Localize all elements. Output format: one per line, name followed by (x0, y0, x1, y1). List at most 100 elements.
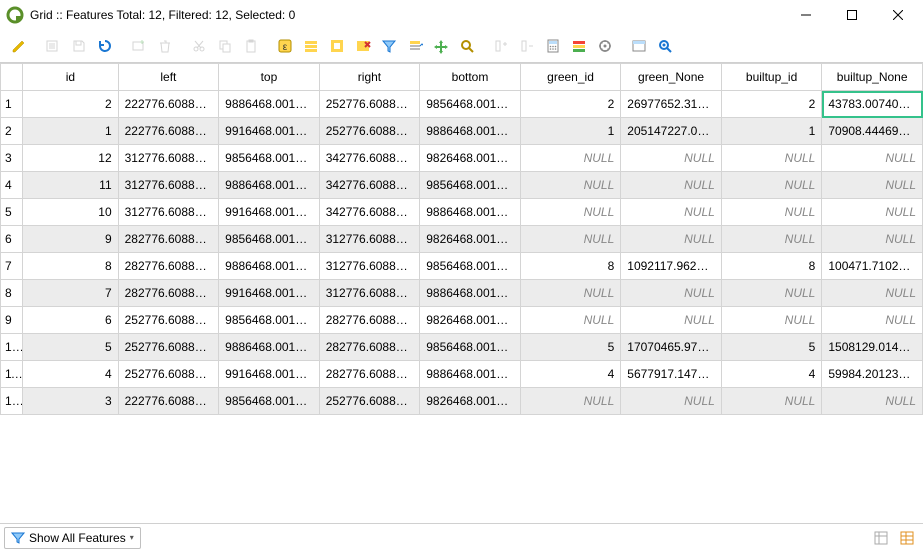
show-all-features-button[interactable]: Show All Features ▾ (4, 527, 141, 549)
cell[interactable]: 9856468.001403... (219, 307, 320, 334)
cell[interactable]: NULL (721, 145, 822, 172)
cut-icon[interactable] (186, 33, 212, 59)
cell[interactable]: 26977652.31071... (621, 91, 722, 118)
cell[interactable]: NULL (721, 307, 822, 334)
row-header[interactable]: 5 (1, 199, 23, 226)
column-header[interactable]: left (118, 64, 219, 91)
attribute-table[interactable]: idlefttoprightbottomgreen_idgreen_Nonebu… (0, 62, 923, 523)
table-row[interactable]: 69282776.6088213...9856468.001403...3127… (1, 226, 923, 253)
cell[interactable]: NULL (822, 199, 923, 226)
cell[interactable]: NULL (822, 226, 923, 253)
cell[interactable]: 252776.6088213... (118, 307, 219, 334)
row-header[interactable]: 1 (1, 91, 23, 118)
column-header[interactable]: right (319, 64, 420, 91)
cell[interactable]: 9856468.001403... (219, 145, 320, 172)
cell[interactable]: 312776.6088213... (118, 199, 219, 226)
cell[interactable]: 1508129.014914... (822, 334, 923, 361)
invert-selection-icon[interactable] (324, 33, 350, 59)
cell[interactable]: 9916468.001403... (219, 280, 320, 307)
cell[interactable]: NULL (621, 388, 722, 415)
conditional-format-icon[interactable] (566, 33, 592, 59)
table-row[interactable]: 411312776.6088213...9886468.001403...342… (1, 172, 923, 199)
cell[interactable]: NULL (621, 172, 722, 199)
cell[interactable]: 9886468.001403... (420, 280, 521, 307)
cell[interactable]: 9886468.001403... (420, 361, 521, 388)
cell[interactable]: NULL (520, 307, 621, 334)
cell[interactable]: 312776.6088213... (118, 145, 219, 172)
cell[interactable]: 9826468.001403... (420, 145, 521, 172)
cell[interactable]: NULL (520, 199, 621, 226)
row-header[interactable]: 3 (1, 145, 23, 172)
cell[interactable]: 312776.6088213... (319, 280, 420, 307)
cell[interactable]: 2 (520, 91, 621, 118)
cell[interactable]: NULL (822, 388, 923, 415)
cell[interactable]: 9 (23, 226, 119, 253)
cell[interactable]: 9916468.001403... (219, 118, 320, 145)
close-button[interactable] (875, 0, 921, 30)
column-header[interactable]: green_id (520, 64, 621, 91)
new-column-icon[interactable] (488, 33, 514, 59)
cell[interactable]: NULL (520, 172, 621, 199)
cell[interactable]: 4 (721, 361, 822, 388)
cell[interactable]: 9826468.001403... (420, 307, 521, 334)
zoom-to-icon[interactable] (454, 33, 480, 59)
column-header[interactable]: builtup_None (822, 64, 923, 91)
table-row[interactable]: 510312776.6088213...9916468.001403...342… (1, 199, 923, 226)
cell[interactable]: 282776.6088213... (319, 334, 420, 361)
table-row[interactable]: 312312776.6088213...9856468.001403...342… (1, 145, 923, 172)
actions-icon[interactable] (592, 33, 618, 59)
cell[interactable]: 4 (520, 361, 621, 388)
toolbar-icon-2[interactable] (40, 33, 66, 59)
column-header[interactable]: green_None (621, 64, 722, 91)
cell[interactable]: NULL (621, 145, 722, 172)
row-header[interactable]: 9 (1, 307, 23, 334)
cell[interactable]: 17070465.97334... (621, 334, 722, 361)
cell[interactable]: 222776.6088213... (118, 118, 219, 145)
cell[interactable]: 1 (520, 118, 621, 145)
column-header[interactable]: bottom (420, 64, 521, 91)
cell[interactable]: NULL (621, 226, 722, 253)
table-row[interactable]: 123222776.6088213...9856468.001403...252… (1, 388, 923, 415)
table-row[interactable]: 87282776.6088213...9916468.001403...3127… (1, 280, 923, 307)
row-header[interactable]: 7 (1, 253, 23, 280)
cell[interactable]: 6 (23, 307, 119, 334)
reload-icon[interactable] (92, 33, 118, 59)
cell[interactable]: 4 (23, 361, 119, 388)
cell[interactable]: 9916468.001403... (219, 361, 320, 388)
form-view-button[interactable] (869, 527, 893, 549)
cell[interactable]: NULL (721, 226, 822, 253)
table-view-button[interactable] (895, 527, 919, 549)
cell[interactable]: NULL (721, 172, 822, 199)
select-all-icon[interactable] (298, 33, 324, 59)
cell[interactable]: 9856468.001403... (420, 334, 521, 361)
cell[interactable]: NULL (721, 280, 822, 307)
delete-icon[interactable] (152, 33, 178, 59)
cell[interactable]: 342776.6088213... (319, 145, 420, 172)
column-header[interactable]: top (219, 64, 320, 91)
cell[interactable]: 70908.44469973... (822, 118, 923, 145)
table-row[interactable]: 114252776.6088213...9916468.001403...282… (1, 361, 923, 388)
cell[interactable]: 1 (721, 118, 822, 145)
cell[interactable]: NULL (520, 280, 621, 307)
cell[interactable]: NULL (822, 280, 923, 307)
cell[interactable]: 9886468.001403... (219, 91, 320, 118)
cell[interactable]: 9826468.001403... (420, 388, 521, 415)
cell[interactable]: NULL (621, 280, 722, 307)
cell[interactable]: 9856468.001403... (219, 226, 320, 253)
cell[interactable]: NULL (822, 172, 923, 199)
cell[interactable]: 9886468.001403... (420, 118, 521, 145)
copy-icon[interactable] (212, 33, 238, 59)
cell[interactable]: 282776.6088213... (319, 361, 420, 388)
cell[interactable]: NULL (822, 307, 923, 334)
cell[interactable]: 252776.6088213... (319, 91, 420, 118)
cell[interactable]: NULL (621, 307, 722, 334)
select-expression-icon[interactable]: ε (272, 33, 298, 59)
cell[interactable]: 8 (520, 253, 621, 280)
table-row[interactable]: 12222776.6088213...9886468.001403...2527… (1, 91, 923, 118)
edit-pencil-icon[interactable] (6, 33, 32, 59)
cell[interactable]: 282776.6088213... (118, 226, 219, 253)
cell[interactable]: 10 (23, 199, 119, 226)
table-row[interactable]: 96252776.6088213...9856468.001403...2827… (1, 307, 923, 334)
cell[interactable]: NULL (721, 388, 822, 415)
cell[interactable]: NULL (520, 226, 621, 253)
